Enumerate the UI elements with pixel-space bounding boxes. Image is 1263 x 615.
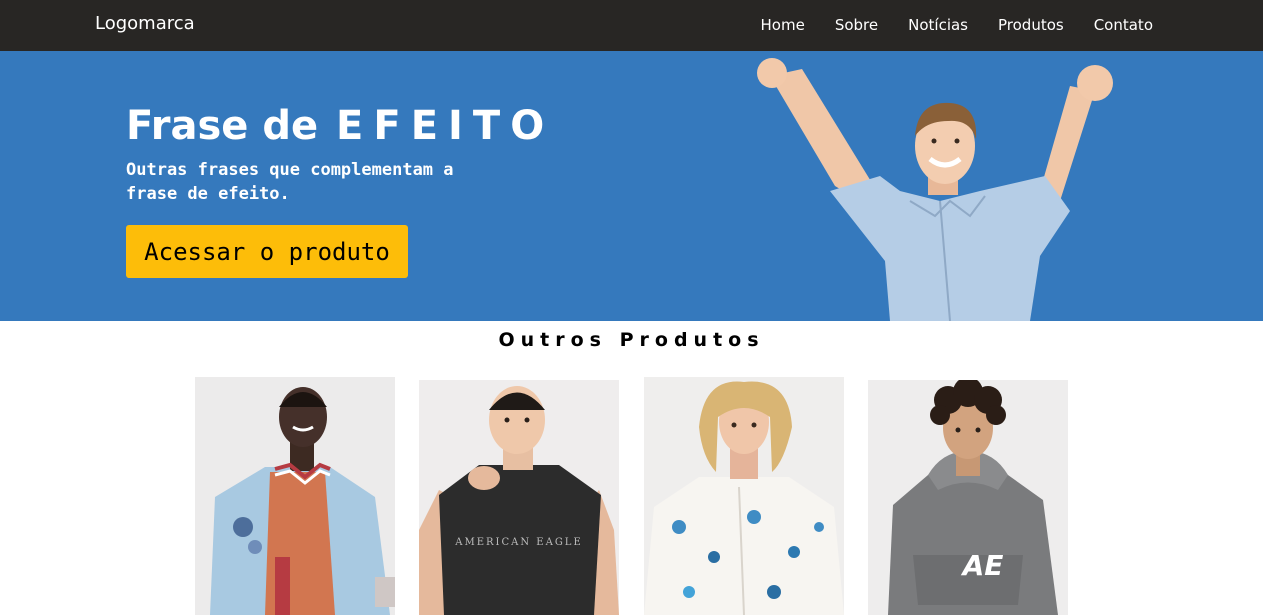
tshirt-print: AMERICAN EAGLE (454, 537, 583, 548)
hero-banner: Frase de EFEITO Outras frases que comple… (0, 51, 1263, 321)
product-card[interactable]: AE (868, 380, 1068, 615)
product-image-printed-shirt (644, 377, 844, 615)
product-image-hoodie: AE (868, 380, 1068, 615)
main-nav: Home Sobre Notícias Produtos Contato (731, 16, 1153, 34)
product-image-tshirt: AMERICAN EAGLE (419, 380, 619, 615)
product-card[interactable] (644, 377, 844, 615)
product-card[interactable] (195, 377, 395, 615)
logo[interactable]: Logomarca (95, 13, 195, 34)
product-card[interactable]: AMERICAN EAGLE (419, 380, 619, 615)
product-image-jacket (195, 377, 395, 615)
top-navbar: Logomarca Home Sobre Notícias Produtos C… (0, 0, 1263, 51)
nav-contato-link[interactable]: Contato (1094, 16, 1153, 34)
hero-subtitle: Outras frases que complementam a frase d… (126, 160, 454, 204)
products-section-title: Outros Produtos (498, 329, 765, 351)
nav-noticias-link[interactable]: Notícias (908, 16, 968, 34)
nav-produtos-link[interactable]: Produtos (998, 16, 1064, 34)
access-product-button[interactable]: Acessar o produto (126, 225, 408, 278)
nav-home-link[interactable]: Home (761, 16, 805, 34)
nav-sobre-link[interactable]: Sobre (835, 16, 878, 34)
hero-title-prefix: Frase de (126, 103, 319, 149)
hero-title-emphasis: EFEITO (336, 103, 555, 149)
hoodie-print: AE (961, 549, 1004, 582)
hero-title: Frase de EFEITO (126, 103, 554, 149)
hero-person-image (757, 58, 1113, 321)
